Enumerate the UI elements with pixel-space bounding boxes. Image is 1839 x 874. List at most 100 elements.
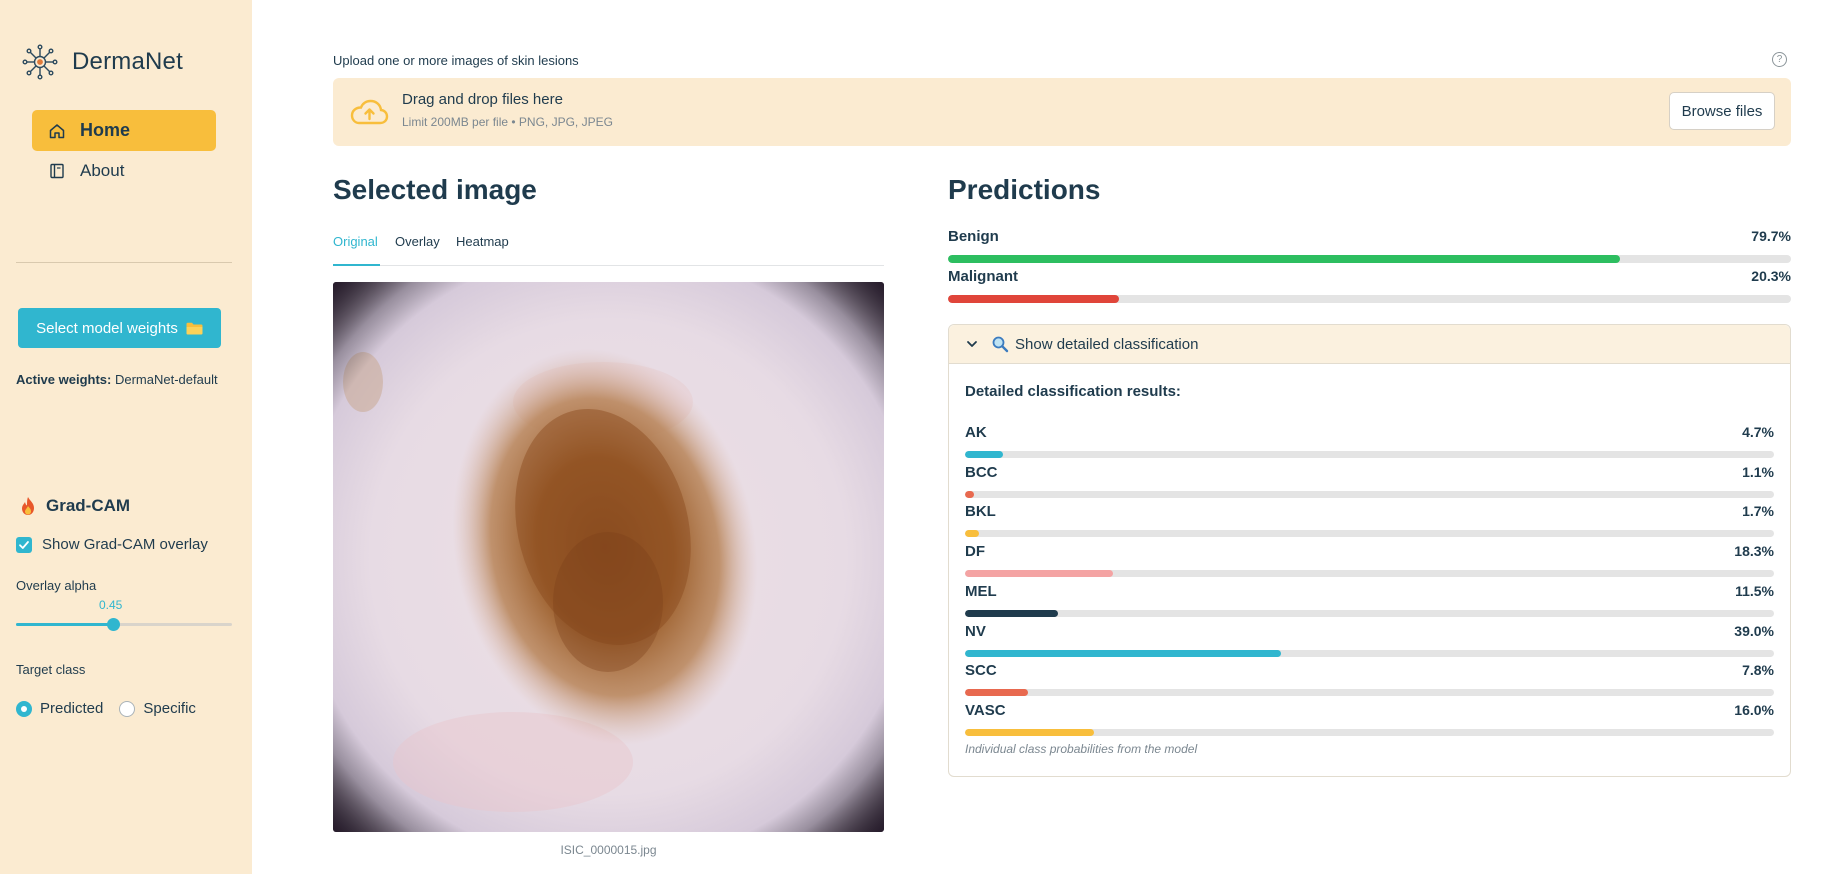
target-class-label: Target class [16,662,86,677]
show-gradcam-checkbox[interactable]: Show Grad-CAM overlay [16,536,208,553]
dropzone-limit-text: Limit 200MB per file • PNG, JPG, JPEG [402,115,613,129]
overlay-alpha-value: 0.45 [99,598,123,612]
class-bar [965,610,1774,617]
class-label: MEL [965,583,997,600]
prediction-value-malignant: 20.3% [1751,268,1791,284]
target-class-radio-group: Predicted Specific [16,700,212,717]
class-label: VASC [965,702,1006,719]
radio-dot[interactable] [16,700,32,717]
overlay-alpha-slider[interactable] [16,618,232,631]
brand: DermaNet [22,44,183,80]
active-weights: Active weights: DermaNet-default [16,372,218,387]
sidebar: DermaNet Home About Select model weights… [0,0,252,874]
nav-item-home[interactable]: Home [32,110,216,151]
classification-footnote: Individual class probabilities from the … [965,742,1198,756]
class-bar [965,451,1774,458]
file-dropzone[interactable]: Drag and drop files here Limit 200MB per… [333,78,1791,146]
folder-icon [186,322,203,334]
class-bar-fill [965,451,1004,458]
flame-icon [22,497,34,515]
detailed-classification-expander: Show detailed classification Detailed cl… [948,324,1791,777]
prediction-bar-benign [948,255,1791,263]
tab-heatmap[interactable]: Heatmap [456,234,509,266]
class-bar-fill [965,570,1114,577]
gradcam-heading: Grad-CAM [20,496,130,516]
radio-label: Specific [143,700,196,717]
class-value: 7.8% [1742,662,1774,678]
class-value: 1.7% [1742,503,1774,519]
tab-original[interactable]: Original [333,234,380,266]
class-bar-fill [965,729,1095,736]
class-label: DF [965,543,985,560]
select-model-weights-button[interactable]: Select model weights [18,308,221,348]
class-value: 1.1% [1742,464,1774,480]
overlay-alpha-label: Overlay alpha [16,578,97,593]
slider-fill [16,623,114,626]
browse-files-button[interactable]: Browse files [1669,92,1775,130]
class-bar-fill [965,689,1029,696]
class-value: 39.0% [1734,623,1774,639]
prediction-bar-fill [948,255,1620,263]
image-view-tabs: Original Overlay Heatmap [333,232,884,266]
class-bar-fill [965,491,974,498]
network-logo-icon [22,44,58,80]
radio-dot[interactable] [119,700,136,717]
checkbox-label: Show Grad-CAM overlay [42,536,208,553]
class-label: BCC [965,464,998,481]
active-weights-label: Active weights: [16,372,112,387]
class-value: 16.0% [1734,702,1774,718]
checkbox-box[interactable] [16,536,32,553]
class-bar [965,570,1774,577]
prediction-label-malignant: Malignant [948,268,1018,285]
active-weights-value: DermaNet-default [114,372,218,387]
class-label: BKL [965,503,996,520]
class-label: SCC [965,662,997,679]
cloud-upload-icon [350,99,389,125]
class-label: NV [965,623,986,640]
chevron-down-icon [967,341,977,347]
radio-label: Predicted [40,700,104,717]
nav-item-label: About [80,160,125,180]
nav-item-about[interactable]: About [32,150,216,191]
brand-name: DermaNet [72,48,183,75]
class-value: 4.7% [1742,424,1774,440]
class-bar [965,491,1774,498]
image-caption: ISIC_0000015.jpg [560,843,657,857]
uploader-label: Upload one or more images of skin lesion… [333,53,579,68]
detail-title: Detailed classification results: [965,383,1181,400]
magnifier-icon [992,336,1009,353]
select-model-weights-label: Select model weights [36,319,178,337]
radio-predicted[interactable]: Predicted [16,700,103,717]
nav-item-label: Home [80,120,131,140]
class-value: 18.3% [1734,543,1774,559]
class-bar [965,530,1774,537]
help-icon[interactable]: ? [1772,52,1787,67]
class-bar-fill [965,610,1059,617]
check-icon [19,540,29,549]
predictions-title: Predictions [948,174,1101,205]
gradcam-title: Grad-CAM [46,496,131,515]
class-bar-fill [965,530,979,537]
book-icon [50,163,64,178]
dropzone-title: Drag and drop files here [402,91,563,108]
class-bar [965,689,1774,696]
selected-image-title: Selected image [333,174,537,205]
sidebar-divider [16,262,232,263]
lesion-photo [333,282,884,832]
expander-label: Show detailed classification [1015,335,1199,353]
tab-overlay[interactable]: Overlay [395,234,440,266]
prediction-bar-fill [948,295,1120,303]
slider-thumb[interactable] [107,618,121,631]
prediction-label-benign: Benign [948,228,999,245]
prediction-value-benign: 79.7% [1751,228,1791,244]
home-icon [49,123,65,138]
class-label: AK [965,424,987,441]
radio-specific[interactable]: Specific [119,700,196,717]
prediction-bar-malignant [948,295,1791,303]
class-value: 11.5% [1735,583,1774,599]
expander-header[interactable]: Show detailed classification [949,325,1790,364]
class-bar [965,729,1774,736]
lesion-image [333,282,884,832]
class-bar-fill [965,650,1281,657]
class-bar [965,650,1774,657]
